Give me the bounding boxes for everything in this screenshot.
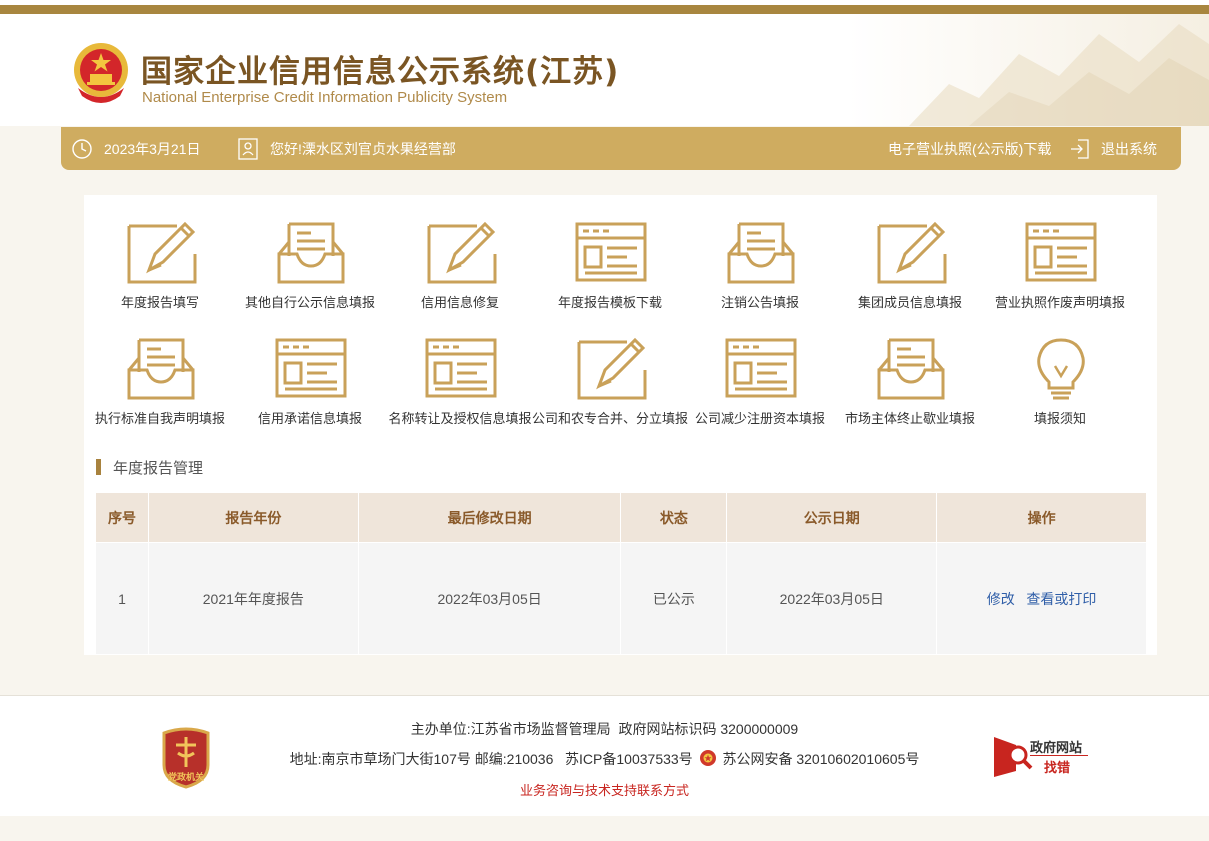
cell-last-modified: 2022年03月05日 [357, 542, 622, 655]
tile-label: 年度报告模板下载 [557, 295, 662, 310]
cell-report-year: 2021年年度报告 [147, 542, 359, 655]
footer-host-prefix: 主办单位: [410, 721, 471, 737]
user-icon [238, 137, 258, 160]
police-badge-icon [699, 750, 716, 766]
logout-icon [1071, 138, 1089, 159]
footer-address: 地址:南京市草场门大街107号 邮编:210036 [289, 751, 554, 767]
site-subtitle: National Enterprise Credit Information P… [142, 89, 508, 106]
tile-label: 注销公告填报 [720, 295, 799, 310]
footer-site-code: 政府网站标识码 3200000009 [618, 721, 799, 737]
cell-number: 1 [95, 542, 149, 655]
tile-filing-instructions[interactable]: 填报须知 [985, 312, 1135, 426]
magnifier-icon [994, 737, 1033, 777]
top-gold-bar [0, 5, 1209, 14]
inbox-icon [127, 338, 195, 400]
tile-credit-commitment[interactable]: 信用承诺信息填报 [235, 312, 385, 426]
column-header: 报告年份 [147, 492, 359, 543]
section-title-text: 年度报告管理 [113, 459, 204, 477]
user-area: 您好!溧水区刘官贞水果经营部 [237, 127, 456, 170]
column-header: 最后修改日期 [357, 492, 622, 543]
column-header: 公示日期 [726, 492, 938, 543]
tile-label: 营业执照作废声明填报 [994, 295, 1125, 310]
tile-label: 执行标准自我声明填报 [94, 411, 225, 426]
tile-cancellation-notice[interactable]: 注销公告填报 [685, 196, 835, 310]
tile-label: 市场主体终止歇业填报 [844, 411, 975, 426]
footer-icp[interactable]: 苏ICP备10037533号 [565, 751, 693, 767]
tile-group-member-info[interactable]: 集团成员信息填报 [835, 196, 985, 310]
tile-label: 其他自行公示信息填报 [244, 295, 375, 310]
clock-icon [72, 138, 92, 159]
annual-report-table: 序号 报告年份 最后修改日期 状态 公示日期 操作 1 2021年年度报告 20… [95, 492, 1147, 655]
edit-link[interactable]: 修改 [987, 591, 1015, 607]
site-header: 国家企业信用信息公示系统(江苏) National Enterprise Cre… [0, 14, 1209, 126]
cell-actions: 修改 查看或打印 [936, 542, 1147, 655]
site-footer: 党政机关 主办单位:江苏省市场监督管理局 政府网站标识码 3200000009 … [0, 695, 1209, 816]
view-print-link[interactable]: 查看或打印 [1026, 591, 1096, 607]
user-bar: 2023年3月21日 您好!溧水区刘官贞水果经营部 电子营业执照(公示版)下载 … [61, 127, 1181, 170]
column-header: 操作 [936, 492, 1147, 543]
inbox-icon [877, 338, 945, 400]
logout-label: 退出系统 [1101, 140, 1157, 157]
tile-label: 信用信息修复 [420, 295, 499, 310]
tile-label: 年度报告填写 [120, 295, 199, 310]
tile-credit-repair[interactable]: 信用信息修复 [385, 196, 535, 310]
tile-name-transfer[interactable]: 名称转让及授权信息填报 [385, 312, 535, 426]
template-icon [275, 338, 347, 398]
support-contact-link[interactable]: 业务咨询与技术支持联系方式 [0, 780, 1209, 799]
column-header: 状态 [620, 492, 728, 543]
template-icon [425, 338, 497, 398]
logout-button[interactable]: 退出系统 [1069, 127, 1157, 170]
table-row: 1 2021年年度报告 2022年03月05日 已公示 2022年03月05日 … [95, 542, 1147, 655]
cell-status: 已公示 [620, 542, 728, 655]
tile-license-void-declaration[interactable]: 营业执照作废声明填报 [985, 196, 1135, 310]
edit-icon [877, 222, 947, 284]
error-badge-subtitle: 找错 [1044, 760, 1071, 775]
tile-label: 名称转让及授权信息填报 [388, 411, 532, 426]
top-strip [0, 0, 1209, 14]
error-badge-divider [1030, 755, 1088, 756]
tile-label: 公司和农专合并、分立填报 [531, 411, 688, 426]
template-icon [725, 338, 797, 398]
lightbulb-icon [1037, 338, 1085, 400]
greeting-text: 您好!溧水区刘官贞水果经营部 [270, 140, 456, 157]
inbox-icon [727, 222, 795, 284]
edit-icon [577, 338, 647, 400]
edit-icon [427, 222, 497, 284]
table-header-row: 序号 报告年份 最后修改日期 状态 公示日期 操作 [95, 492, 1147, 543]
tile-other-self-publicity[interactable]: 其他自行公示信息填报 [235, 196, 385, 310]
tile-label: 公司减少注册资本填报 [694, 411, 825, 426]
tile-standard-self-declaration[interactable]: 执行标准自我声明填报 [85, 312, 235, 426]
date-area: 2023年3月21日 [71, 127, 201, 170]
section-title: 年度报告管理 [96, 456, 203, 478]
footer-police-record[interactable]: 苏公网安备 32010602010605号 [722, 751, 919, 767]
template-icon [575, 222, 647, 282]
national-emblem-icon [74, 43, 128, 103]
footer-host: 江苏省市场监督管理局 [470, 721, 611, 737]
tile-annual-report-fill[interactable]: 年度报告填写 [85, 196, 235, 310]
tile-merger-division[interactable]: 公司和农专合并、分立填报 [532, 312, 688, 426]
mountain-decoration [909, 24, 1209, 126]
site-title: 国家企业信用信息公示系统(江苏) [141, 54, 620, 90]
tile-capital-reduction[interactable]: 公司减少注册资本填报 [685, 312, 835, 426]
tile-report-template-download[interactable]: 年度报告模板下载 [535, 196, 685, 310]
error-badge-title: 政府网站 [1030, 740, 1083, 755]
section-marker [96, 459, 101, 475]
edit-icon [127, 222, 197, 284]
tile-label: 信用承诺信息填报 [257, 411, 362, 426]
inbox-icon [277, 222, 345, 284]
tile-label: 填报须知 [1033, 411, 1086, 426]
tile-label: 集团成员信息填报 [857, 295, 962, 310]
column-header: 序号 [95, 492, 149, 543]
current-date: 2023年3月21日 [104, 140, 201, 157]
cell-publish-date: 2022年03月05日 [726, 542, 938, 655]
license-download-link[interactable]: 电子营业执照(公示版)下载 [888, 127, 1051, 170]
tile-business-suspension[interactable]: 市场主体终止歇业填报 [835, 312, 985, 426]
gov-site-error-report-badge[interactable]: 政府网站 找错 [994, 735, 1090, 779]
template-icon [1025, 222, 1097, 282]
